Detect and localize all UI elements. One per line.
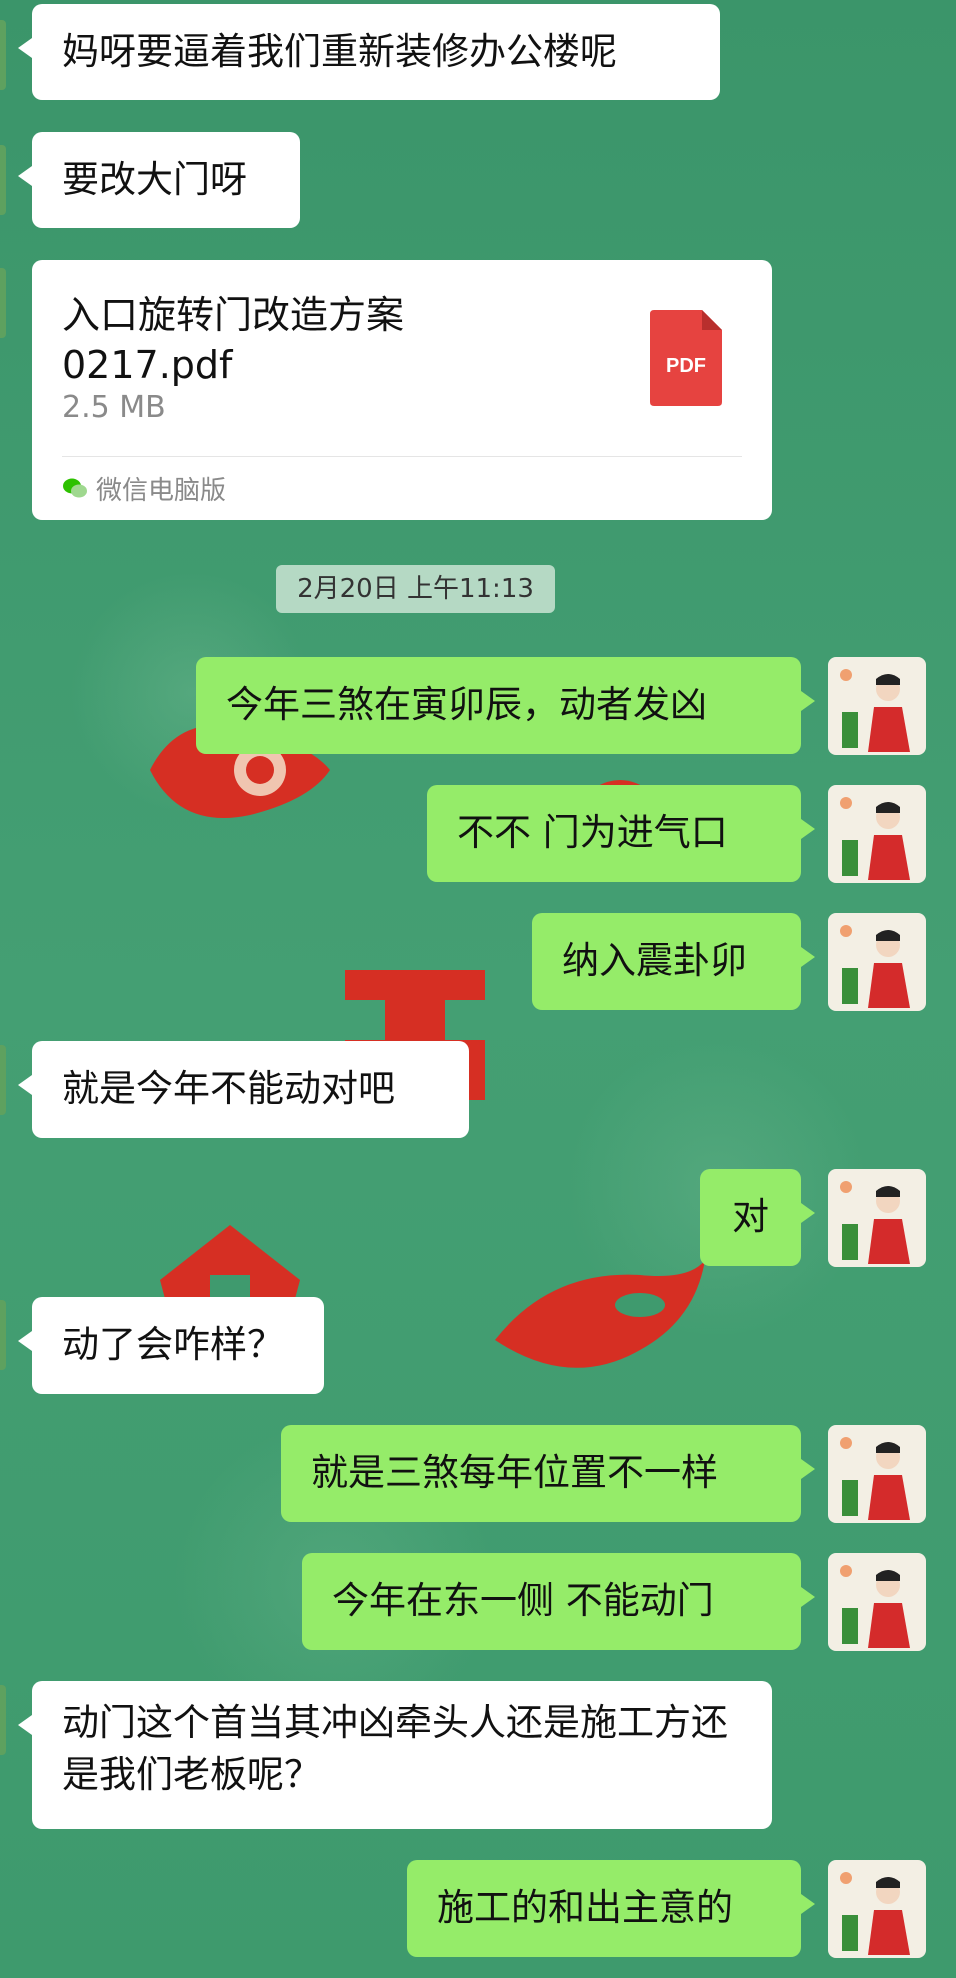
message-bubble[interactable]: 对 <box>700 1169 815 1266</box>
file-source-label: 微信电脑版 <box>96 475 227 506</box>
pdf-badge: PDF <box>666 355 706 377</box>
contact-avatar[interactable] <box>0 145 6 215</box>
message-bubble[interactable]: 今年在东一侧 不能动门 <box>302 1553 815 1650</box>
file-attachment-card[interactable]: 入口旋转门改造方案0217.pdf 2.5 MB PDF 微信电脑版 <box>32 260 772 520</box>
hanfu-woman-avatar[interactable] <box>828 913 926 1011</box>
chat-timestamp: 2月20日 上午11:13 <box>276 565 555 613</box>
fish-ornament-right <box>495 1260 705 1368</box>
message-bubble[interactable]: 要改大门呀 <box>18 132 300 228</box>
message-bubble[interactable]: 不不 门为进气口 <box>427 785 815 882</box>
hanfu-woman-avatar[interactable] <box>828 657 926 755</box>
file-name: 入口旋转门改造方案0217.pdf <box>62 293 405 387</box>
contact-avatar[interactable] <box>0 20 6 90</box>
hanfu-woman-avatar[interactable] <box>828 1425 926 1523</box>
message-bubble[interactable]: 施工的和出主意的 <box>407 1860 815 1957</box>
contact-avatar[interactable] <box>0 1685 6 1755</box>
divider <box>62 456 742 457</box>
message-bubble[interactable]: 今年三煞在寅卯辰，动者发凶 <box>196 657 815 754</box>
message-bubble[interactable]: 妈呀要逼着我们重新装修办公楼呢 <box>18 4 720 100</box>
message-bubble[interactable]: 动门这个首当其冲凶牵头人还是施工方还是我们老板呢？ <box>18 1681 772 1829</box>
hanfu-woman-avatar[interactable] <box>828 785 926 883</box>
file-size: 2.5 MB <box>62 390 166 425</box>
hanfu-woman-avatar[interactable] <box>828 1860 926 1958</box>
message-bubble[interactable]: 就是三煞每年位置不一样 <box>281 1425 815 1522</box>
hanfu-woman-avatar[interactable] <box>828 1553 926 1651</box>
message-bubble[interactable]: 动了会咋样？ <box>18 1297 324 1394</box>
contact-avatar[interactable] <box>0 268 6 338</box>
contact-avatar[interactable] <box>0 1045 6 1115</box>
wechat-icon <box>63 478 87 498</box>
hanfu-woman-avatar[interactable] <box>828 1169 926 1267</box>
message-bubble[interactable]: 就是今年不能动对吧 <box>18 1041 469 1138</box>
pdf-file-icon: PDF <box>650 310 722 406</box>
message-bubble[interactable]: 纳入震卦卯 <box>532 913 815 1010</box>
contact-avatar[interactable] <box>0 1300 6 1370</box>
file-source: 微信电脑版 <box>62 466 226 510</box>
